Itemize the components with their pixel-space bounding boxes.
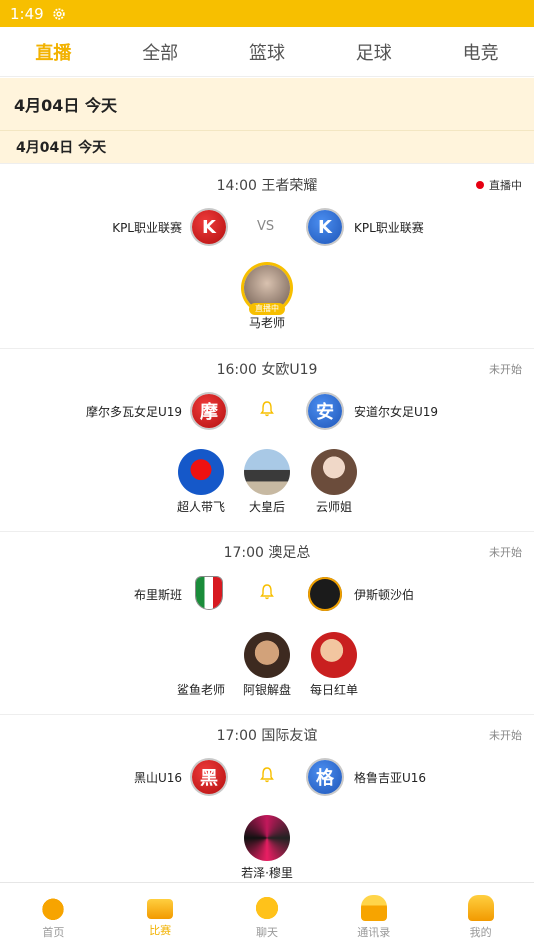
away-team-logo-text: 安	[316, 402, 334, 423]
tab-live[interactable]: 直播	[3, 39, 103, 65]
away-team-logo-text: K	[318, 216, 332, 238]
match-status-label: 直播中	[489, 179, 522, 192]
home-team-logo: 摩	[192, 394, 226, 428]
away-team-name: KPL职业联赛	[354, 221, 424, 235]
match-card[interactable]: 16:00 女欧U19 未开始 摩尔多瓦女足U19 摩 安 安道尔女足U19 超…	[0, 349, 534, 532]
team-row: KPL职业联赛 K VS K KPL职业联赛	[0, 209, 534, 245]
away-team-logo: 格	[308, 760, 342, 794]
bell-icon[interactable]	[260, 401, 274, 417]
status-bar: 1:49	[0, 0, 534, 27]
chat-bubble-icon	[253, 895, 280, 921]
avatar	[244, 632, 290, 678]
match-status: 直播中	[476, 177, 522, 193]
match-time-league: 14:00 王者荣耀	[216, 178, 318, 194]
home-team-logo: 黑	[192, 760, 226, 794]
host-list: 若泽·穆里	[0, 815, 534, 880]
match-time-league: 17:00 澳足总	[223, 545, 311, 561]
team-row: 黑山U16 黑 格 格鲁吉亚U16	[0, 759, 534, 795]
status-time: 1:49	[10, 4, 44, 23]
avatar	[311, 449, 357, 495]
away-team-name: 格鲁吉亚U16	[354, 771, 427, 785]
nav-matches[interactable]: 比赛	[107, 883, 214, 949]
match-card[interactable]: 14:00 王者荣耀 直播中 KPL职业联赛 K VS K KPL职业联赛 直播…	[0, 165, 534, 349]
nav-contacts-label: 通讯录	[357, 926, 391, 939]
match-status-label: 未开始	[489, 363, 522, 376]
date-subheader: 4月04日 今天	[0, 130, 534, 164]
bell-icon[interactable]	[260, 584, 274, 600]
match-status-label: 未开始	[489, 546, 522, 559]
home-icon	[40, 895, 67, 921]
nav-profile-label: 我的	[469, 926, 492, 939]
tab-football[interactable]: 足球	[324, 39, 424, 65]
host-item[interactable]: 直播中 马老师	[227, 265, 307, 331]
live-chip: 直播中	[249, 303, 285, 315]
match-card[interactable]: 17:00 国际友谊 未开始 黑山U16 黑 格 格鲁吉亚U16 若泽·穆里	[0, 715, 534, 882]
avatar	[311, 632, 357, 678]
match-status: 未开始	[489, 727, 522, 743]
home-team-logo	[196, 577, 222, 609]
home-team-logo: K	[192, 210, 226, 244]
match-card[interactable]: 17:00 澳足总 未开始 布里斯班 伊斯顿沙伯 鲨鱼老师 阿银解盘 每日红单	[0, 532, 534, 715]
host-item[interactable]: 每日红单	[294, 632, 374, 698]
avatar	[178, 632, 224, 678]
team-row: 摩尔多瓦女足U19 摩 安 安道尔女足U19	[0, 393, 534, 429]
home-team-name: 布里斯班	[133, 588, 182, 602]
away-team-logo-text: 格	[316, 768, 334, 789]
home-team-name: KPL职业联赛	[112, 221, 182, 235]
match-status: 未开始	[489, 361, 522, 377]
home-team-logo-text: K	[202, 216, 216, 238]
match-status: 未开始	[489, 544, 522, 560]
nav-home[interactable]: 首页	[0, 883, 107, 949]
home-team-logo-text: 黑	[200, 768, 218, 789]
nav-home-label: 首页	[42, 926, 65, 939]
nav-contacts[interactable]: 通讯录	[320, 883, 427, 949]
nav-profile[interactable]: 我的	[427, 883, 534, 949]
vs-label: VS	[257, 219, 275, 234]
host-name: 每日红单	[309, 683, 358, 697]
home-team-name: 摩尔多瓦女足U19	[85, 405, 182, 419]
date-header: 4月04日 今天	[0, 78, 534, 130]
ticket-icon	[147, 899, 174, 919]
nav-matches-label: 比赛	[149, 924, 172, 937]
host-item[interactable]: 若泽·穆里	[227, 815, 307, 881]
avatar	[244, 449, 290, 495]
home-team-name: 黑山U16	[133, 771, 182, 785]
category-tabs: 直播 全部 篮球 足球 电竞	[0, 27, 534, 77]
contacts-icon	[360, 895, 387, 921]
avatar	[178, 449, 224, 495]
away-team-logo	[308, 577, 342, 611]
tab-all[interactable]: 全部	[110, 39, 210, 65]
jersey-icon	[467, 895, 494, 921]
tab-basketball[interactable]: 篮球	[217, 39, 317, 65]
match-status-label: 未开始	[489, 729, 522, 742]
live-dot-icon	[476, 181, 484, 189]
host-list: 鲨鱼老师 阿银解盘 每日红单	[0, 632, 534, 697]
bottom-nav: 首页 比赛 聊天 通讯录 我的	[0, 882, 534, 949]
away-team-name: 伊斯顿沙伯	[354, 588, 415, 602]
match-time-league: 17:00 国际友谊	[216, 728, 318, 744]
away-team-name: 安道尔女足U19	[354, 405, 439, 419]
host-item[interactable]: 云师姐	[294, 449, 374, 515]
home-team-logo-text: 摩	[200, 402, 218, 423]
host-name: 马老师	[248, 316, 285, 330]
tab-esports[interactable]: 电竞	[431, 39, 531, 65]
bell-icon[interactable]	[260, 767, 274, 783]
match-time-league: 16:00 女欧U19	[216, 362, 318, 378]
away-team-logo: K	[308, 210, 342, 244]
away-team-logo: 安	[308, 394, 342, 428]
host-name: 云师姐	[315, 500, 352, 514]
avatar	[244, 815, 290, 861]
nav-chat-label: 聊天	[255, 926, 278, 939]
team-row: 布里斯班 伊斯顿沙伯	[0, 576, 534, 612]
host-name: 若泽·穆里	[241, 866, 293, 880]
host-list: 超人带飞 大皇后 云师姐	[0, 449, 534, 514]
gear-icon	[53, 7, 65, 20]
nav-chat[interactable]: 聊天	[214, 883, 321, 949]
host-list: 直播中 马老师	[0, 265, 534, 330]
